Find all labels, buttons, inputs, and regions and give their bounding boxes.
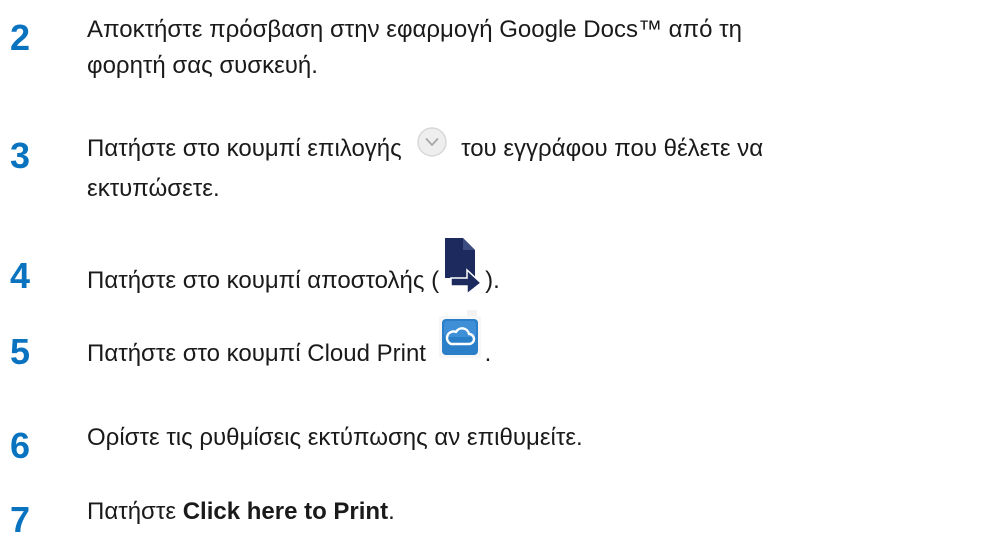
step-text-after: . [484, 339, 492, 367]
step-text: Πατήστε στο κουμπί επιλογής του εγγράφου… [87, 126, 764, 207]
step-number: 2 [10, 17, 31, 58]
step-number: 4 [10, 255, 31, 296]
step-text: Αποκτήστε πρόσβαση στην εφαρμογή Google … [87, 12, 742, 84]
step-text-before: Πατήστε στο κουμπί αποστολής ( [87, 266, 440, 294]
cloud-print-icon [437, 310, 483, 371]
step-text-after: . [388, 498, 395, 525]
step-text: Πατήστε στο κουμπί αποστολής ( ). [87, 238, 500, 315]
step-text-before: Πατήστε [87, 498, 177, 525]
step-text: Πατήστε στο κουμπί Cloud Print . [87, 310, 492, 385]
step-text-before: Πατήστε στο κουμπί επιλογής [87, 134, 402, 162]
send-document-icon [441, 238, 483, 305]
step-number: 5 [10, 331, 31, 372]
step-number: 6 [10, 425, 31, 466]
step-text-after: του εγγράφου που θέλετε να [461, 134, 764, 162]
print-command-label: Click here to Print [182, 498, 389, 525]
step-text-line-1: Πατήστε στο κουμπί επιλογής του εγγράφου… [87, 126, 764, 171]
step-number: 7 [10, 499, 31, 540]
step-text-after: ). [485, 266, 500, 294]
chevron-down-circle-icon [416, 126, 448, 169]
step-text-line-1: Αποκτήστε πρόσβαση στην εφαρμογή Google … [87, 16, 742, 43]
step-text: Ορίστε τις ρυθμίσεις εκτύπωσης αν επιθυμ… [87, 424, 583, 451]
step-text-line-2: εκτυπώσετε. [87, 175, 220, 202]
step-text: Πατήστε Click here to Print. [87, 494, 395, 530]
step-text-before: Πατήστε στο κουμπί Cloud Print [87, 339, 426, 367]
step-text-line-2: φορητή σας συσκευή. [87, 52, 318, 79]
step-number: 3 [10, 135, 31, 176]
